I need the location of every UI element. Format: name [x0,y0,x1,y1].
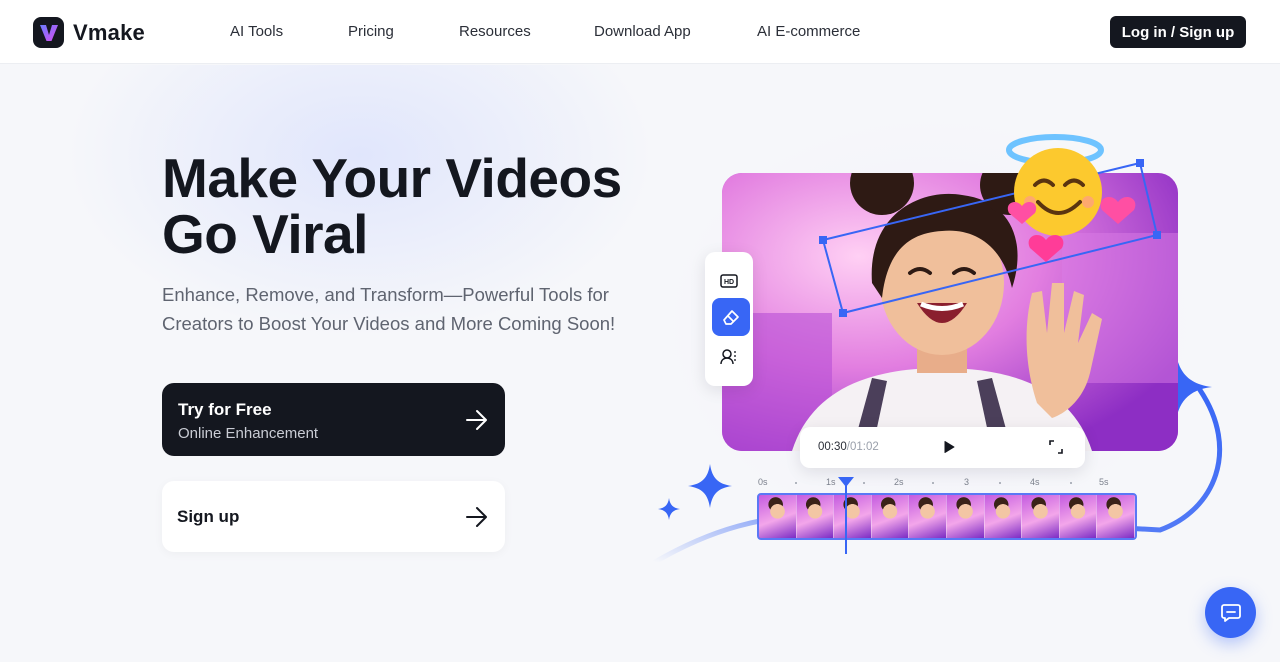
ruler-tick: 4s [1030,477,1040,487]
filmstrip-frame [796,495,835,538]
ruler-dot [999,482,1001,484]
sign-up-button[interactable]: Sign up [162,481,505,552]
playhead-handle[interactable] [838,477,854,487]
top-header: Vmake AI Tools Pricing Resources Downloa… [0,0,1280,64]
v-logo-icon [33,17,64,48]
sparkle-icon [658,498,680,520]
ruler-tick: 1s [826,477,836,487]
play-icon[interactable] [942,440,956,454]
arrow-right-icon [466,506,487,527]
hero-headline: Make Your Videos Go Viral [162,150,682,262]
nav-download-app[interactable]: Download App [594,23,691,40]
nav-pricing[interactable]: Pricing [348,23,394,40]
filmstrip-frame [909,495,947,538]
ruler-tick: 3 [964,477,970,487]
sparkle-icon [688,464,732,508]
eraser-tool[interactable] [712,298,750,336]
ruler-tick: 0s [758,477,768,487]
heart-icon [1100,196,1136,224]
login-signup-button[interactable]: Log in / Sign up [1110,16,1246,48]
signup-button-title: Sign up [177,507,240,526]
fullscreen-icon[interactable] [1049,440,1063,454]
ruler-dot [932,482,934,484]
hero-headline-line1: Make Your Videos [162,147,622,209]
hero-headline-line2: Go Viral [162,203,368,265]
filmstrip-frame [984,495,1023,538]
time-readout: 00:30/01:02 [818,441,879,453]
try-for-free-button[interactable]: Try for Free Online Enhancement [162,383,505,456]
try-button-subtitle: Online Enhancement [178,425,319,442]
smiling-face-with-halo-icon [1006,134,1136,262]
ruler-dot [863,482,865,484]
eraser-icon [723,310,739,325]
svg-text:HD: HD [724,279,734,286]
timeline-filmstrip[interactable] [757,493,1137,540]
filmstrip-frame [1097,495,1135,538]
filmstrip-frame [759,495,797,538]
arrow-right-icon [466,409,487,430]
try-button-title: Try for Free [178,400,272,419]
nav-resources[interactable]: Resources [459,23,531,40]
timeline-playhead[interactable] [845,478,847,554]
brand-logo[interactable]: Vmake [33,17,145,48]
hd-icon: HD [720,274,738,288]
chat-icon [1220,603,1241,622]
nav-ai-ecommerce[interactable]: AI E-commerce [757,23,860,40]
person-cutout-tool[interactable] [712,340,746,374]
hero-subtitle: Enhance, Remove, and Transform—Powerful … [162,284,616,334]
filmstrip-frame [1022,495,1060,538]
tool-panel: HD [705,252,753,386]
ruler-tick: 5s [1099,477,1109,487]
brand-name: Vmake [73,19,145,45]
ruler-dot [795,482,797,484]
ruler-tick: 2s [894,477,904,487]
chat-support-button[interactable] [1205,587,1256,638]
filmstrip-frame [1059,495,1098,538]
nav-ai-tools[interactable]: AI Tools [230,23,283,40]
filmstrip-frame [871,495,910,538]
filmstrip-frame [946,495,985,538]
person-cutout-icon [720,349,736,365]
ruler-dot [1070,482,1072,484]
hd-enhance-tool[interactable]: HD [712,264,746,298]
video-player-controls: 00:30/01:02 [800,427,1085,468]
timeline-ruler: 0s 1s 2s 3 4s 5s [757,477,1137,491]
current-time: 00:30 [818,441,847,453]
filmstrip-frame [834,495,872,538]
total-time: /01:02 [846,441,879,453]
heart-icon [1028,234,1064,262]
